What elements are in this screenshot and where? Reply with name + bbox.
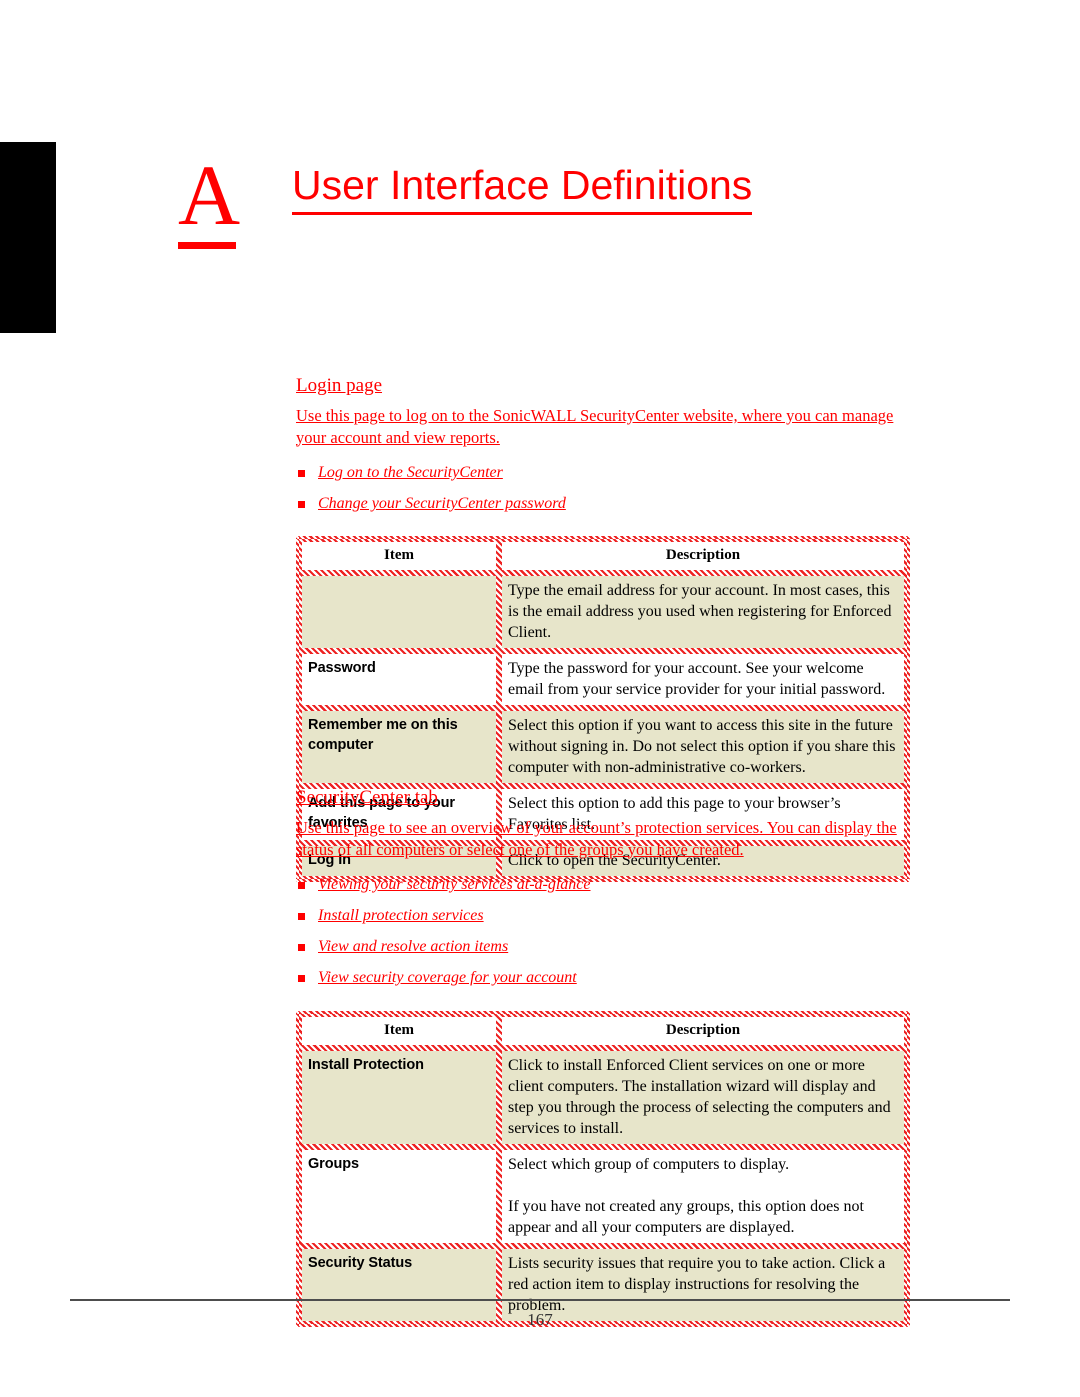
table-header-row: Item Description (299, 1014, 907, 1048)
row-description-cell: Select which group of computers to displ… (499, 1147, 907, 1246)
page-number: 167 (527, 1310, 553, 1329)
table-row: Password Type the password for your acco… (299, 651, 907, 708)
xref-list-login: Log on to the SecurityCenter Change your… (296, 462, 908, 514)
section-login-page: Login page Use this page to log on to th… (296, 374, 908, 524)
table-header-item: Item (299, 1014, 499, 1048)
table-row: Remember me on this computer Select this… (299, 708, 907, 786)
xref-list-securitycenter: Viewing your security services at-a-glan… (296, 874, 908, 988)
xref-link[interactable]: View security coverage for your account (318, 969, 577, 986)
xref-link[interactable]: Install protection services (318, 907, 484, 924)
square-bullet-icon (298, 944, 305, 951)
table-row: Install Protection Click to install Enfo… (299, 1048, 907, 1147)
row-item-cell: Remember me on this computer (299, 708, 499, 786)
row-description-text: Type the email address for your account.… (508, 580, 898, 643)
row-item-cell: Password (299, 651, 499, 708)
xref-link[interactable]: Log on to the SecurityCenter (318, 464, 503, 481)
list-item[interactable]: View and resolve action items (296, 936, 908, 957)
chapter-thumb-tab (0, 142, 56, 333)
square-bullet-icon (298, 470, 305, 477)
list-item[interactable]: Viewing your security services at-a-glan… (296, 874, 908, 895)
row-description-cell: Select this option if you want to access… (499, 708, 907, 786)
row-item-label: Password (308, 660, 376, 676)
description-paragraph: Select which group of computers to displ… (508, 1156, 790, 1173)
description-paragraph: Select this option if you want to access… (508, 717, 896, 776)
row-item-label: Remember me on this computer (308, 717, 458, 753)
column-header-label: Item (384, 1022, 414, 1038)
list-item[interactable]: Log on to the SecurityCenter (296, 462, 908, 483)
description-paragraph: Type the password for your account. See … (508, 660, 886, 698)
chapter-letter-rule (178, 242, 236, 249)
table-header-description: Description (499, 539, 907, 573)
description-paragraph: If you have not created any groups, this… (508, 1198, 864, 1236)
row-description-cell: Click to install Enforced Client service… (499, 1048, 907, 1147)
square-bullet-icon (298, 975, 305, 982)
row-description-cell: Type the email address for your account.… (499, 573, 907, 651)
chapter-header: A User Interface Definitions (178, 152, 998, 262)
description-paragraph: Click to install Enforced Client service… (508, 1057, 891, 1137)
row-item-cell: Groups (299, 1147, 499, 1246)
square-bullet-icon (298, 501, 305, 508)
row-item-label: Security Status (308, 1255, 413, 1271)
section-intro-login: Use this page to log on to the SonicWALL… (296, 406, 894, 447)
row-item-label: Install Protection (308, 1057, 424, 1073)
table-header-description: Description (499, 1014, 907, 1048)
description-paragraph: Lists security issues that require you t… (508, 1255, 886, 1314)
row-item-cell (299, 573, 499, 651)
column-header-label: Item (384, 547, 414, 563)
document-page: A User Interface Definitions Login page … (0, 0, 1080, 1397)
xref-link[interactable]: Viewing your security services at-a-glan… (318, 876, 591, 893)
section-securitycenter-tab: SecurityCenter tab Use this page to see … (296, 786, 908, 998)
table-header-row: Item Description (299, 539, 907, 573)
section-intro-securitycenter: Use this page to see an overview of your… (296, 818, 897, 859)
description-paragraph: Type the email address for your account.… (508, 582, 892, 641)
section-heading-securitycenter[interactable]: SecurityCenter tab (296, 786, 438, 810)
row-description-text: Lists security issues that require you t… (508, 1253, 898, 1316)
page-title: User Interface Definitions (292, 160, 753, 215)
row-item-cell: Install Protection (299, 1048, 499, 1147)
list-item[interactable]: Install protection services (296, 905, 908, 926)
row-item-label: Groups (308, 1156, 359, 1172)
column-header-label: Description (665, 1022, 741, 1038)
securitycenter-table-wrapper: Item Description Install Protection Clic… (296, 1011, 910, 1327)
chapter-letter: A (178, 147, 241, 243)
square-bullet-icon (298, 913, 305, 920)
section-heading-login[interactable]: Login page (296, 374, 382, 398)
table-row: Groups Select which group of computers t… (299, 1147, 907, 1246)
table-row: Type the email address for your account.… (299, 573, 907, 651)
row-description-text: Type the password for your account. See … (508, 658, 898, 700)
list-item[interactable]: Change your SecurityCenter password (296, 493, 908, 514)
footer-divider (70, 1299, 1010, 1301)
table-header-item: Item (299, 539, 499, 573)
row-description-text: Select which group of computers to displ… (508, 1154, 898, 1238)
securitycenter-table: Item Description Install Protection Clic… (296, 1011, 910, 1327)
list-item[interactable]: View security coverage for your account (296, 967, 908, 988)
row-description-text: Click to install Enforced Client service… (508, 1055, 898, 1139)
square-bullet-icon (298, 882, 305, 889)
row-description-cell: Type the password for your account. See … (499, 651, 907, 708)
column-header-label: Description (665, 547, 741, 563)
xref-link[interactable]: View and resolve action items (318, 938, 508, 955)
xref-link[interactable]: Change your SecurityCenter password (318, 495, 566, 512)
row-description-text: Select this option if you want to access… (508, 715, 898, 778)
